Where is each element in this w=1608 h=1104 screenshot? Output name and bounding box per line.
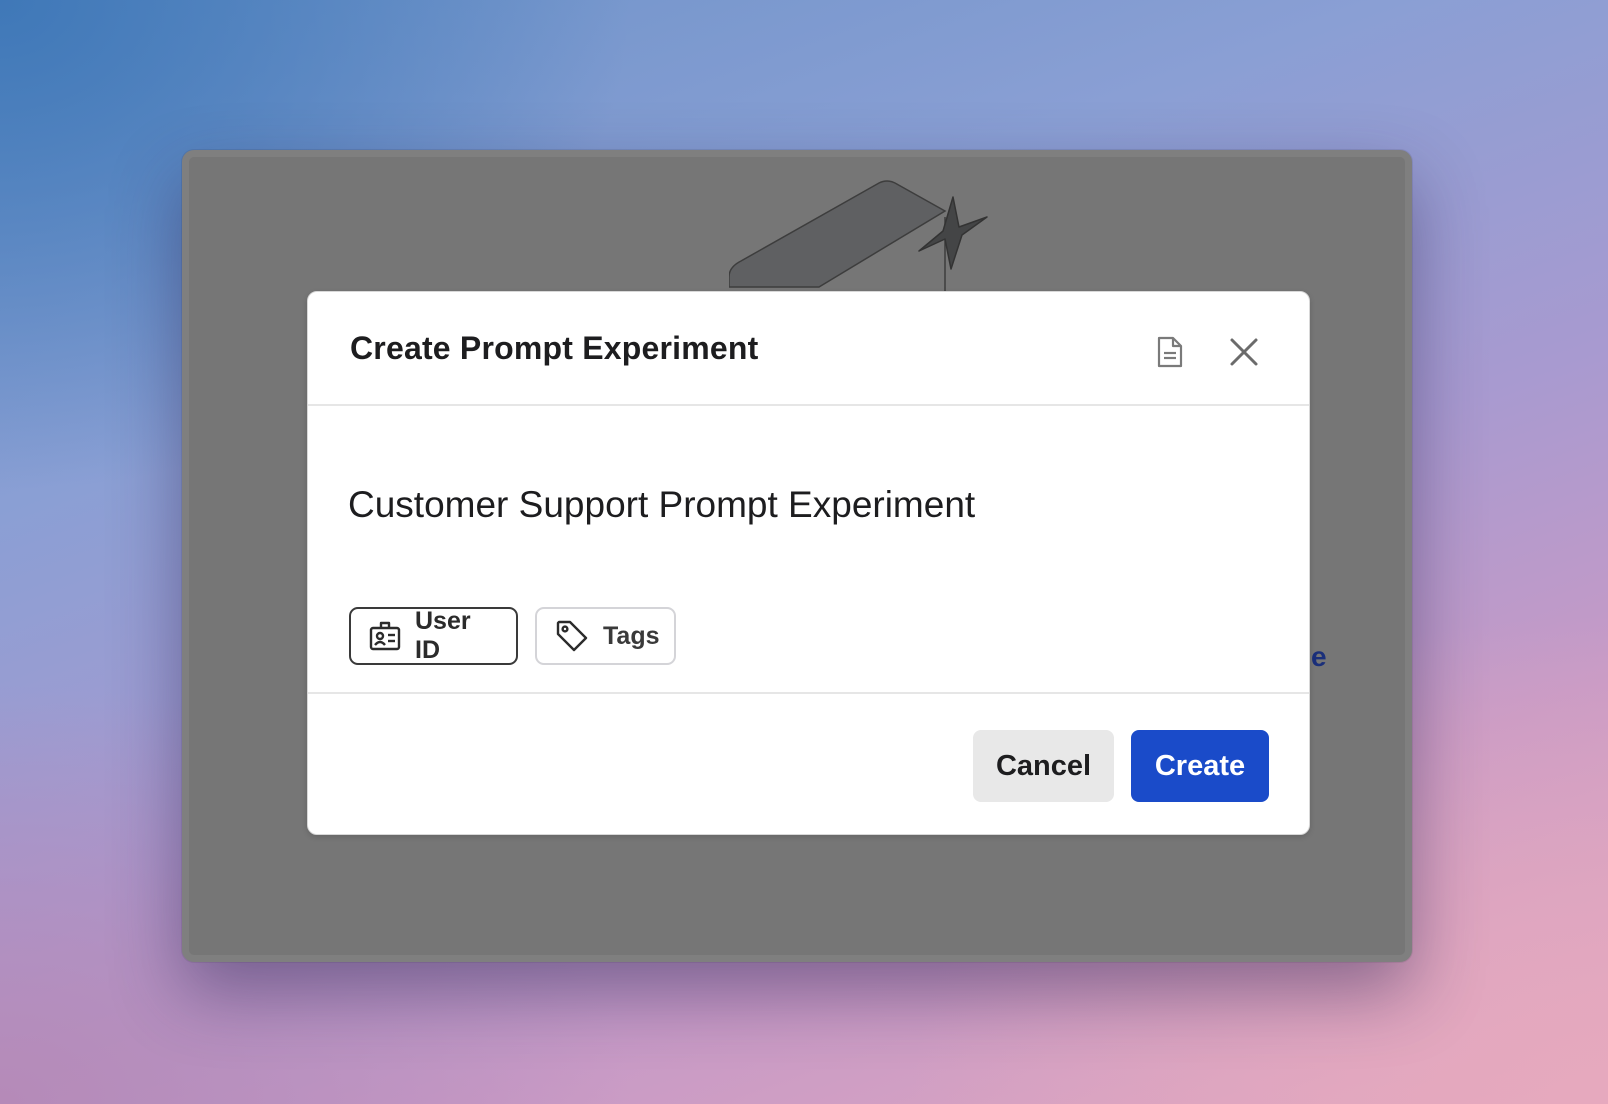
background-link-fragment: e [1311,641,1327,672]
cancel-button[interactable]: Cancel [973,730,1114,802]
document-icon[interactable] [1146,328,1194,376]
dialog-header: Create Prompt Experiment [308,292,1309,406]
user-id-chip[interactable]: User ID [349,607,518,665]
create-prompt-experiment-dialog: Create Prompt Experiment Customer Suppor… [307,291,1310,835]
user-id-chip-label: User ID [415,607,471,664]
tag-icon [556,620,588,652]
close-icon[interactable] [1220,328,1268,376]
tags-chip-label: Tags [603,621,660,650]
experiment-name-input[interactable] [348,484,1248,526]
sparkle-card-illustration [729,180,988,297]
dialog-footer: Cancel Create [308,694,1309,834]
user-id-badge-icon [369,621,401,651]
tags-chip[interactable]: Tags [535,607,676,665]
create-button[interactable]: Create [1131,730,1269,802]
dialog-title: Create Prompt Experiment [350,330,759,366]
